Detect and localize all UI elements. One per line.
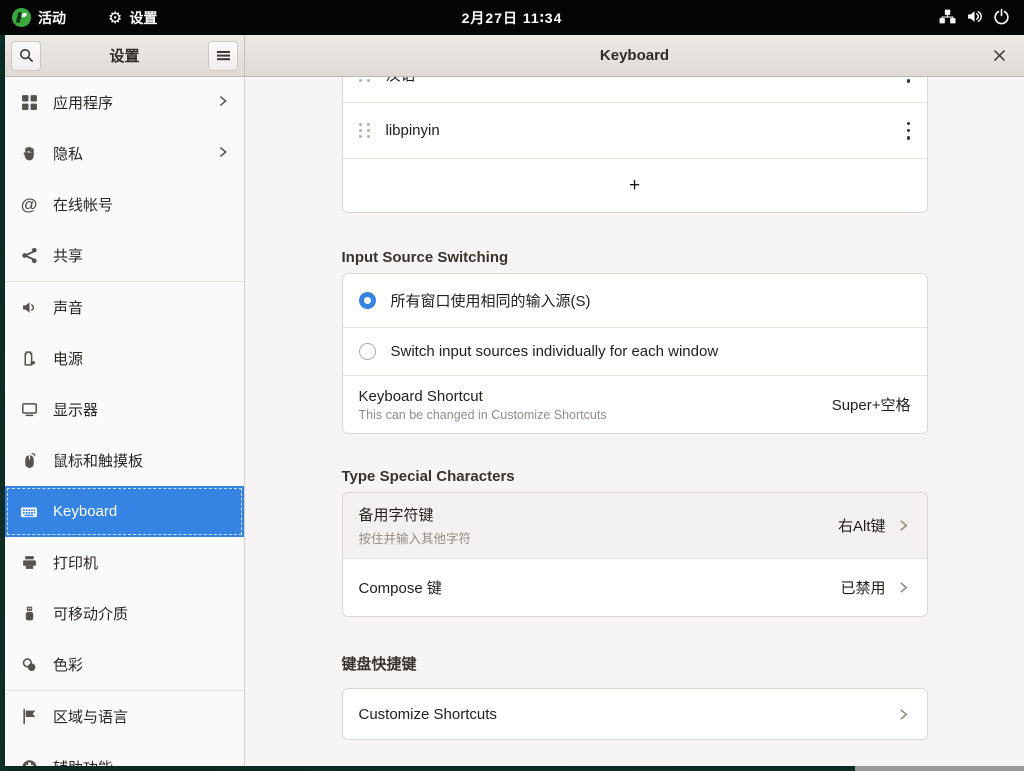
close-button[interactable] [986, 43, 1012, 69]
clock[interactable]: 2月27日 11∶34 [462, 8, 563, 28]
alt-subtitle: 按住并输入其他字符 [358, 532, 472, 546]
plus-icon: + [628, 174, 641, 196]
sidebar-item-applications[interactable]: 应用程序 [5, 77, 244, 128]
shortcut-title: Keyboard Shortcut [358, 387, 483, 405]
battery-icon [19, 350, 39, 367]
sidebar-item-keyboard[interactable]: Keyboard [5, 486, 244, 537]
top-bar: 活动 ⚙ 设置 2月27日 11∶34 [0, 0, 1024, 35]
page-title: Keyboard [599, 47, 670, 64]
power-icon [993, 8, 1010, 28]
shortcuts-card: Customize Shortcuts [341, 688, 928, 740]
header-bar: 设置 Keyboard [5, 35, 1024, 77]
scroll-area[interactable]: 汉语 libpinyin + Input Source Switching [341, 77, 928, 740]
menu-button[interactable] [208, 40, 238, 71]
sidebar-item-color[interactable]: 色彩 [5, 639, 244, 690]
alt-title: 备用字符键 [358, 507, 434, 524]
network-icon [939, 8, 956, 28]
kebab-menu-icon[interactable] [906, 77, 911, 83]
app-menu-button[interactable]: ⚙ 设置 [96, 0, 169, 35]
alternate-characters-row[interactable]: 备用字符键 按住并输入其他字符 右Alt键 [342, 493, 927, 558]
close-icon [993, 50, 1005, 61]
shortcut-subtitle: This can be changed in Customize Shortcu… [358, 407, 607, 422]
app-menu-label: 设置 [129, 9, 158, 26]
radio-checked-icon[interactable] [358, 292, 376, 309]
sidebar-item-sharing[interactable]: 共享 [5, 230, 244, 281]
input-source-row-clipped[interactable]: 汉语 [342, 77, 927, 102]
compose-title: Compose 键 [358, 580, 442, 597]
special-chars-card: 备用字符键 按住并输入其他字符 右Alt键 Compose 键 已禁用 [341, 492, 928, 617]
option-individual-source[interactable]: Switch input sources individually for ea… [342, 327, 927, 375]
add-input-source-button[interactable]: + [342, 158, 927, 212]
radio-unchecked-icon[interactable] [358, 343, 376, 360]
status-area[interactable] [933, 0, 1016, 35]
activities-button[interactable]: 活动 [0, 0, 78, 35]
input-sources-card: 汉语 libpinyin + [341, 77, 928, 213]
sidebar-item-accessibility[interactable]: 辅助功能 [5, 742, 244, 766]
shortcut-value: Super+空格 [831, 397, 911, 414]
share-icon [19, 247, 39, 264]
keyboard-panel: 汉语 libpinyin + Input Source Switching [245, 77, 1024, 766]
hamburger-icon [216, 51, 230, 60]
chevron-right-icon [216, 145, 230, 163]
keyboard-shortcut-row[interactable]: Keyboard Shortcut This can be changed in… [342, 375, 927, 433]
app-grid-icon [19, 94, 39, 111]
sidebar-item-online-accounts[interactable]: @ 在线帐号 [5, 179, 244, 230]
alt-value: 右Alt键 [837, 518, 886, 535]
sidebar-item-power[interactable]: 电源 [5, 333, 244, 384]
customize-shortcuts-row[interactable]: Customize Shortcuts [342, 689, 927, 739]
sidebar-item-printers[interactable]: 打印机 [5, 537, 244, 588]
keyboard-icon [19, 503, 39, 521]
mouse-icon [19, 452, 39, 469]
compose-key-row[interactable]: Compose 键 已禁用 [342, 558, 927, 616]
section-heading-special-chars: Type Special Characters [341, 468, 515, 485]
printer-icon [19, 554, 39, 571]
input-source-row-libpinyin[interactable]: libpinyin [342, 102, 927, 158]
chevron-right-icon [216, 94, 230, 112]
search-icon [19, 48, 33, 62]
flag-icon [19, 708, 39, 725]
compose-value: 已禁用 [840, 580, 886, 597]
at-icon: @ [20, 194, 38, 214]
kebab-menu-icon[interactable] [906, 121, 911, 140]
color-circles-icon [19, 656, 39, 673]
drag-handle-icon[interactable] [358, 123, 370, 138]
main-header: Keyboard [245, 35, 1024, 76]
volume-icon [966, 8, 983, 28]
chevron-right-icon [896, 707, 911, 722]
option-same-source[interactable]: 所有窗口使用相同的输入源(S) [342, 274, 927, 327]
speaker-icon [19, 299, 39, 316]
activities-label: 活动 [38, 9, 66, 26]
background-window-edge [855, 766, 1024, 771]
section-heading-switching: Input Source Switching [341, 249, 509, 266]
customize-label: Customize Shortcuts [358, 705, 497, 723]
sidebar-item-displays[interactable]: 显示器 [5, 384, 244, 435]
sidebar-header: 设置 [5, 35, 245, 76]
search-button[interactable] [11, 40, 41, 71]
sidebar-item-region-language[interactable]: 区域与语言 [5, 691, 244, 742]
settings-window: 设置 Keyboard 应用程序 隐私 @ 在线帐号 共享 声音 电源 显示器 … [5, 35, 1024, 766]
sidebar-title: 设置 [109, 48, 140, 65]
accessibility-icon [19, 759, 39, 766]
sidebar-item-mouse[interactable]: 鼠标和触摸板 [5, 435, 244, 486]
drag-handle-icon[interactable] [358, 77, 370, 82]
section-heading-shortcuts: 键盘快捷键 [341, 656, 417, 673]
distro-logo-icon [12, 8, 31, 27]
hand-icon [19, 145, 39, 162]
chevron-right-icon [896, 580, 911, 595]
sidebar-item-removable-media[interactable]: 可移动介质 [5, 588, 244, 639]
chevron-right-icon [896, 518, 911, 533]
switching-card: 所有窗口使用相同的输入源(S) Switch input sources ind… [341, 273, 928, 434]
gear-icon: ⚙ [108, 7, 123, 27]
sidebar-item-privacy[interactable]: 隐私 [5, 128, 244, 179]
sidebar: 应用程序 隐私 @ 在线帐号 共享 声音 电源 显示器 鼠标和触摸板 Keybo… [5, 77, 245, 766]
usb-drive-icon [19, 605, 39, 622]
sidebar-item-sound[interactable]: 声音 [5, 282, 244, 333]
monitor-icon [19, 401, 39, 418]
